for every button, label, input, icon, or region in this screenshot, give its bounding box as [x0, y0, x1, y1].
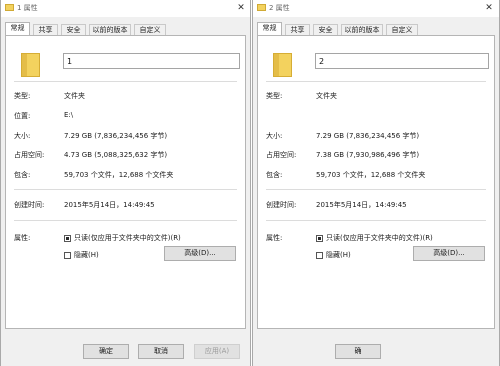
readonly-label: 只读(仅应用于文件夹中的文件)(R) [326, 234, 433, 242]
type-value: 文件夹 [64, 92, 85, 100]
size-on-disk-label: 占用空间: [266, 151, 297, 159]
tab-customize[interactable]: 自定义 [134, 24, 166, 35]
contains-value: 59,703 个文件，12,688 个文件夹 [316, 171, 426, 179]
created-label: 创建时间: [14, 201, 45, 209]
tab-previous-versions[interactable]: 以前的版本 [89, 24, 131, 35]
type-label: 类型: [266, 92, 283, 100]
apply-button[interactable]: 应用(A) [194, 344, 240, 359]
tab-sharing[interactable]: 共享 [33, 24, 58, 35]
divider [266, 220, 486, 221]
close-icon[interactable]: ✕ [234, 1, 248, 15]
contains-label: 包含: [14, 171, 31, 179]
created-value: 2015年5月14日，14:49:45 [64, 201, 155, 209]
folder-name-input[interactable] [63, 53, 240, 69]
window-title: 1 属性 [17, 4, 38, 12]
location-value: E:\ [64, 111, 74, 119]
cancel-button[interactable]: 取消 [138, 344, 184, 359]
general-panel: 类型: 文件夹 大小: 7.29 GB (7,836,234,456 字节) 占… [257, 35, 495, 329]
tab-general[interactable]: 常规 [257, 22, 282, 35]
ok-button[interactable]: 确 [335, 344, 381, 359]
folder-name-input[interactable] [315, 53, 489, 69]
divider [14, 189, 237, 190]
ok-button[interactable]: 确定 [83, 344, 129, 359]
size-label: 大小: [266, 132, 283, 140]
divider [266, 189, 486, 190]
tab-customize[interactable]: 自定义 [386, 24, 418, 35]
window-title: 2 属性 [269, 4, 290, 12]
close-icon[interactable]: ✕ [482, 1, 496, 15]
attributes-label: 属性: [14, 234, 31, 242]
contains-label: 包含: [266, 171, 283, 179]
readonly-checkbox[interactable] [316, 235, 323, 242]
general-panel: 类型: 文件夹 位置: E:\ 大小: 7.29 GB (7,836,234,4… [5, 35, 246, 329]
location-label: 位置: [14, 112, 31, 120]
size-label: 大小: [14, 132, 31, 140]
type-value: 文件夹 [316, 92, 337, 100]
tab-general[interactable]: 常规 [5, 22, 30, 35]
advanced-button[interactable]: 高级(D)... [164, 246, 236, 261]
tab-sharing[interactable]: 共享 [285, 24, 310, 35]
attributes-label: 属性: [266, 234, 283, 242]
type-label: 类型: [14, 92, 31, 100]
tab-previous-versions[interactable]: 以前的版本 [341, 24, 383, 35]
title-bar: 1 属性 ✕ [1, 0, 250, 17]
tab-bar: 常规 共享 安全 以前的版本 自定义 [257, 22, 495, 35]
folder-icon [21, 53, 40, 77]
hidden-label: 隐藏(H) [74, 251, 99, 259]
title-bar: 2 属性 ✕ [253, 0, 499, 17]
size-on-disk-label: 占用空间: [14, 151, 45, 159]
properties-window-1: 1 属性 ✕ 常规 共享 安全 以前的版本 自定义 类型: 文件夹 位置: E:… [0, 0, 251, 366]
properties-window-2: 2 属性 ✕ 常规 共享 安全 以前的版本 自定义 类型: 文件夹 大小: 7.… [252, 0, 500, 366]
divider [14, 220, 237, 221]
readonly-label: 只读(仅应用于文件夹中的文件)(R) [74, 234, 181, 242]
divider [266, 81, 486, 82]
folder-icon [273, 53, 292, 77]
readonly-checkbox[interactable] [64, 235, 71, 242]
tab-bar: 常规 共享 安全 以前的版本 自定义 [5, 22, 246, 35]
folder-icon [5, 4, 14, 11]
size-on-disk-value: 4.73 GB (5,088,325,632 字节) [64, 151, 168, 159]
size-value: 7.29 GB (7,836,234,456 字节) [64, 132, 168, 140]
created-value: 2015年5月14日，14:49:45 [316, 201, 407, 209]
size-on-disk-value: 7.38 GB (7,930,986,496 字节) [316, 151, 420, 159]
hidden-label: 隐藏(H) [326, 251, 351, 259]
hidden-checkbox[interactable] [64, 252, 71, 259]
created-label: 创建时间: [266, 201, 297, 209]
tab-security[interactable]: 安全 [61, 24, 86, 35]
divider [14, 81, 237, 82]
tab-security[interactable]: 安全 [313, 24, 338, 35]
hidden-checkbox[interactable] [316, 252, 323, 259]
size-value: 7.29 GB (7,836,234,456 字节) [316, 132, 420, 140]
folder-icon [257, 4, 266, 11]
advanced-button[interactable]: 高级(D)... [413, 246, 485, 261]
contains-value: 59,703 个文件，12,688 个文件夹 [64, 171, 174, 179]
